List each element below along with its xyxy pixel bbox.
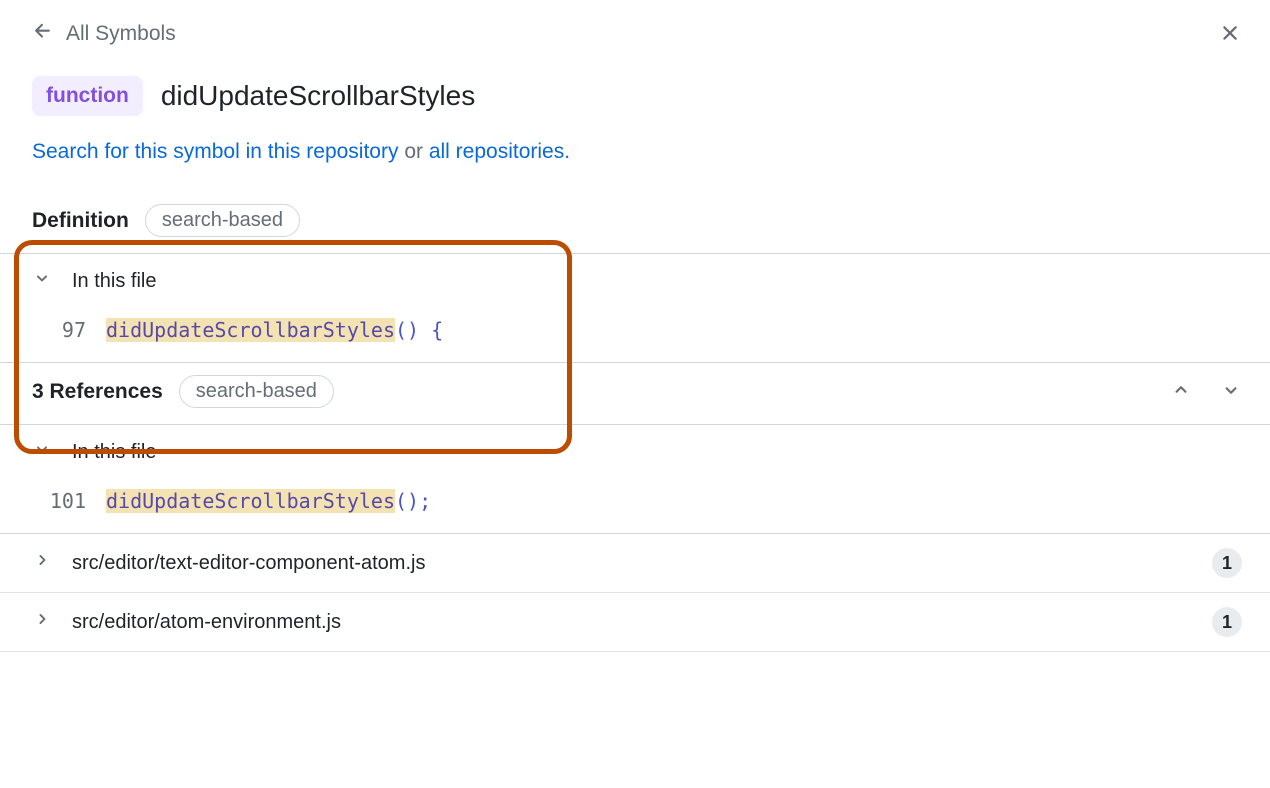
arrow-left-icon — [32, 20, 54, 48]
reference-file-path: src/editor/text-editor-component-atom.js — [72, 552, 1192, 575]
search-scope-line: Search for this symbol in this repositor… — [0, 140, 1270, 192]
chevron-down-icon — [32, 439, 52, 465]
references-mode-pill: search-based — [179, 375, 334, 408]
references-file-toggle-current[interactable]: In this file — [0, 425, 1270, 479]
reference-file-row[interactable]: src/editor/atom-environment.js 1 — [0, 593, 1270, 652]
symbol-name: didUpdateScrollbarStyles — [161, 80, 475, 112]
next-reference-button[interactable] — [1220, 379, 1242, 404]
definition-lineno: 97 — [44, 318, 86, 342]
reference-count-badge: 1 — [1212, 607, 1242, 637]
definition-code-row[interactable]: 97 didUpdateScrollbarStyles() { — [0, 308, 1270, 363]
search-sep: or — [398, 140, 428, 163]
reference-file-row[interactable]: src/editor/text-editor-component-atom.js… — [0, 534, 1270, 593]
chevron-down-icon — [1220, 379, 1242, 401]
definition-code: didUpdateScrollbarStyles() { — [106, 318, 443, 342]
chevron-right-icon — [32, 550, 52, 576]
definition-file-toggle[interactable]: In this file — [0, 254, 1270, 308]
search-all-repos-link[interactable]: all repositories. — [429, 140, 570, 163]
back-to-all-symbols[interactable]: All Symbols — [32, 20, 176, 48]
close-icon — [1218, 32, 1242, 48]
references-file-label-current: In this file — [72, 441, 1242, 464]
references-heading: 3 References — [32, 380, 163, 404]
reference-file-path: src/editor/atom-environment.js — [72, 611, 1192, 634]
reference-code: didUpdateScrollbarStyles(); — [106, 489, 431, 513]
close-button[interactable] — [1218, 21, 1242, 48]
chevron-right-icon — [32, 609, 52, 635]
back-label: All Symbols — [66, 22, 176, 46]
definition-mode-pill: search-based — [145, 204, 300, 237]
reference-lineno: 101 — [44, 489, 86, 513]
reference-count-badge: 1 — [1212, 548, 1242, 578]
search-this-repo-link[interactable]: Search for this symbol in this repositor… — [32, 140, 398, 163]
prev-reference-button[interactable] — [1170, 379, 1192, 404]
definition-heading: Definition — [32, 209, 129, 233]
reference-code-row[interactable]: 101 didUpdateScrollbarStyles(); — [0, 479, 1270, 534]
chevron-up-icon — [1170, 379, 1192, 401]
definition-file-label: In this file — [72, 270, 1242, 293]
symbol-kind-badge: function — [32, 76, 143, 116]
chevron-down-icon — [32, 268, 52, 294]
